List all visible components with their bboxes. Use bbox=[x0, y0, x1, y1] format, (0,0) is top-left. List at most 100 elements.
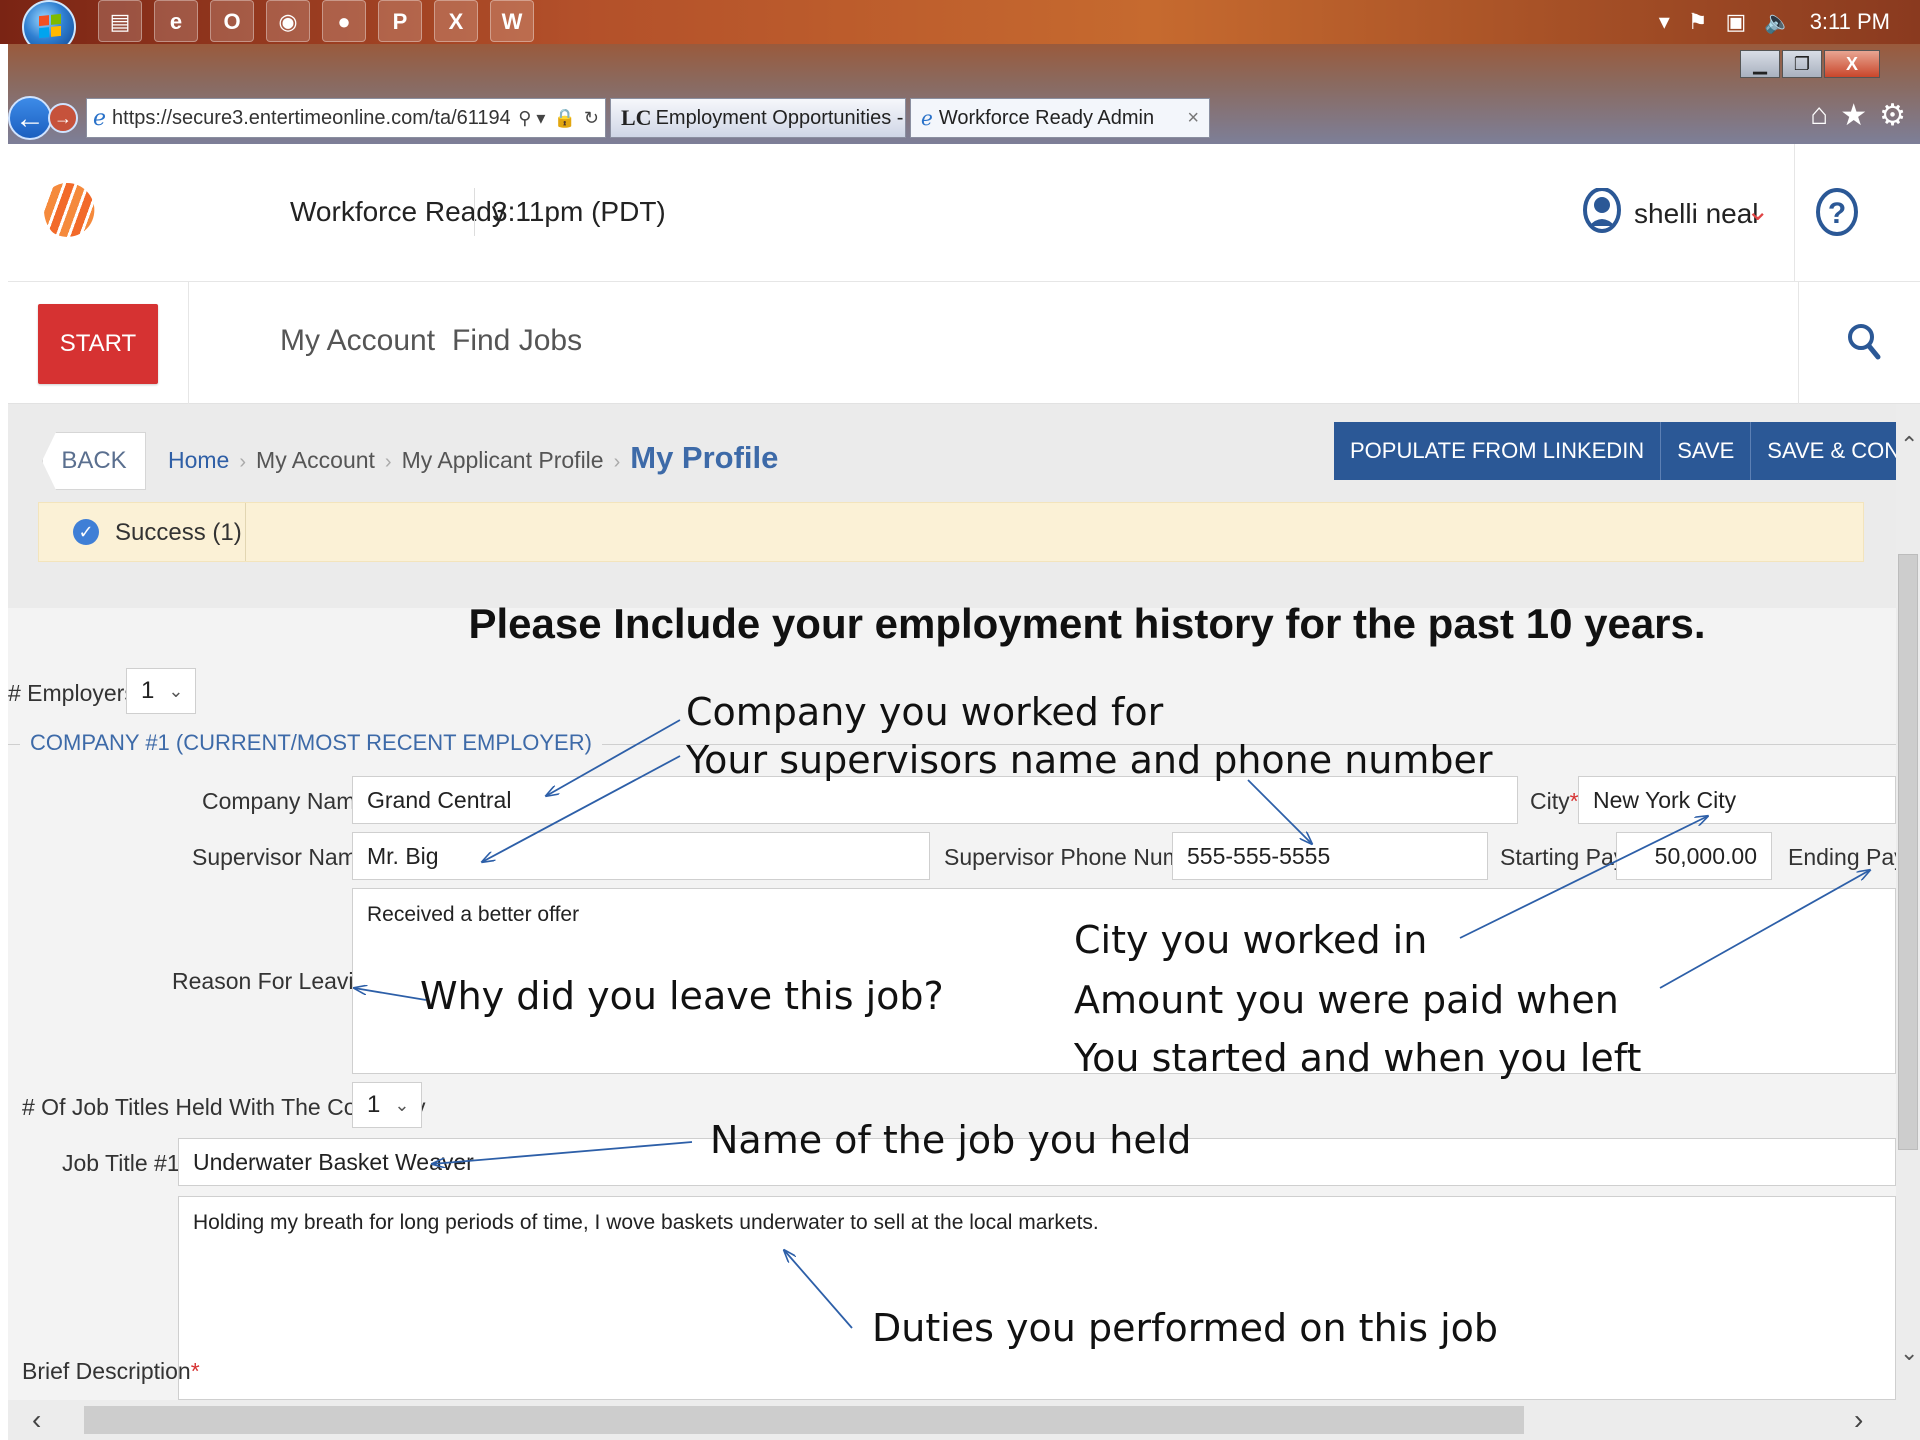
employers-select[interactable]: 1 ⌄ bbox=[126, 668, 196, 714]
refresh-icon[interactable]: ↻ bbox=[584, 108, 599, 129]
starting-pay-input[interactable]: 50,000.00 bbox=[1616, 832, 1772, 880]
svg-text:?: ? bbox=[1828, 197, 1846, 230]
lock-icon[interactable]: 🔒 bbox=[553, 108, 575, 129]
firefox-icon[interactable]: ● bbox=[322, 0, 366, 42]
starting-pay-label: Starting Pay* bbox=[1500, 844, 1634, 870]
header-separator bbox=[1794, 144, 1795, 282]
supervisor-phone-input[interactable]: 555-555-5555 bbox=[1172, 832, 1488, 880]
city-label: City* bbox=[1530, 788, 1579, 814]
success-message[interactable]: Success (1) bbox=[115, 519, 242, 547]
breadcrumb: Home › My Account › My Applicant Profile… bbox=[168, 440, 778, 476]
browser-nav-row: ← → ℯ https://secure3.entertimeonline.co… bbox=[8, 92, 1920, 144]
breadcrumb-separator-icon: › bbox=[239, 451, 247, 473]
nav-separator bbox=[188, 282, 189, 404]
main-content: BACK Home › My Account › My Applicant Pr… bbox=[8, 404, 1896, 1400]
scroll-down-icon[interactable]: ⌄ bbox=[1900, 1340, 1918, 1366]
horizontal-scroll-thumb[interactable] bbox=[84, 1406, 1524, 1434]
job-titles-count-value: 1 bbox=[367, 1091, 381, 1118]
scroll-up-icon[interactable]: ⌃ bbox=[1900, 432, 1918, 458]
header-divider bbox=[474, 188, 475, 236]
close-window-button[interactable]: X bbox=[1824, 50, 1880, 78]
system-clock[interactable]: 3:11 PM bbox=[1810, 9, 1890, 35]
back-button[interactable]: BACK bbox=[42, 432, 146, 490]
company-logo-icon[interactable] bbox=[44, 183, 95, 237]
chrome-icon[interactable]: ◉ bbox=[266, 0, 310, 42]
nav-separator bbox=[1798, 282, 1799, 404]
section-title: COMPANY #1 (CURRENT/MOST RECENT EMPLOYER… bbox=[20, 730, 602, 756]
employers-label: # Employers bbox=[8, 680, 136, 706]
lc-favicon-icon: LC bbox=[621, 105, 652, 130]
breadcrumb-separator-icon: › bbox=[384, 451, 392, 473]
save-button[interactable]: SAVE bbox=[1661, 422, 1752, 480]
vertical-scroll-thumb[interactable] bbox=[1898, 554, 1918, 1150]
annotation-pay-line2: You started and when you left bbox=[1074, 1036, 1642, 1080]
tab-workforce-ready-admin[interactable]: ℯ Workforce Ready Admin × bbox=[910, 98, 1210, 138]
windows-logo-icon bbox=[39, 13, 61, 39]
breadcrumb-home[interactable]: Home bbox=[168, 447, 229, 474]
window-controls: ▁ ❐ X bbox=[1740, 50, 1880, 78]
employers-value: 1 bbox=[141, 677, 155, 704]
word-icon[interactable]: W bbox=[490, 0, 534, 42]
populate-from-linkedin-button[interactable]: POPULATE FROM LINKEDIN bbox=[1334, 422, 1662, 480]
company-name-input[interactable]: Grand Central bbox=[352, 776, 1518, 824]
nav-item-my-account[interactable]: My Account bbox=[280, 324, 435, 358]
chevron-down-icon[interactable]: ⌄ bbox=[1746, 194, 1769, 227]
tab-label: Workforce Ready Admin bbox=[938, 106, 1155, 129]
internet-explorer-icon[interactable]: e bbox=[154, 0, 198, 42]
start-button[interactable]: START bbox=[38, 304, 158, 384]
breadcrumb-my-applicant-profile[interactable]: My Applicant Profile bbox=[402, 447, 604, 474]
browser-back-button[interactable]: ← bbox=[8, 96, 52, 140]
scroll-right-icon[interactable]: › bbox=[1854, 1404, 1863, 1436]
restore-button[interactable]: ❐ bbox=[1782, 50, 1822, 78]
job-titles-count-select[interactable]: 1 ⌄ bbox=[352, 1082, 422, 1128]
chevron-down-icon: ⌄ bbox=[168, 680, 184, 701]
settings-gear-icon[interactable]: ⚙ bbox=[1879, 98, 1906, 133]
ending-pay-label: Ending Pay* bbox=[1788, 844, 1896, 870]
action-center-flag-icon[interactable]: ⚑ bbox=[1688, 9, 1708, 35]
favorites-star-icon[interactable]: ★ bbox=[1840, 98, 1867, 133]
main-nav-bar: START My Account Find Jobs bbox=[8, 282, 1920, 404]
brief-description-textarea[interactable]: Holding my breath for long periods of ti… bbox=[178, 1196, 1896, 1400]
address-url[interactable]: https://secure3.entertimeonline.com/ta/6… bbox=[112, 107, 510, 130]
user-name[interactable]: shelli neal bbox=[1634, 198, 1759, 230]
close-tab-icon[interactable]: × bbox=[1187, 107, 1199, 130]
app-header: Workforce Ready 3:11pm (PDT) shelli neal… bbox=[8, 144, 1920, 282]
search-dropdown-icon[interactable]: ⚲ ▾ bbox=[518, 108, 545, 129]
powerpoint-icon[interactable]: P bbox=[378, 0, 422, 42]
system-tray: ▾ ⚑ ▣ 🔈 3:11 PM bbox=[1659, 6, 1890, 38]
tray-overflow-icon[interactable]: ▾ bbox=[1659, 9, 1670, 35]
volume-icon[interactable]: 🔈 bbox=[1764, 9, 1791, 35]
brief-description-label: Brief Description* bbox=[22, 1358, 200, 1384]
network-icon[interactable]: ▣ bbox=[1725, 9, 1746, 35]
supervisor-name-label: Supervisor Name* bbox=[192, 844, 379, 870]
nav-item-find-jobs[interactable]: Find Jobs bbox=[452, 324, 582, 358]
action-buttons: POPULATE FROM LINKEDIN SAVE SAVE & CONTI… bbox=[1334, 422, 1896, 480]
save-and-continue-button[interactable]: SAVE & CONTINUE bbox=[1751, 422, 1896, 480]
internet-explorer-icon: ℯ bbox=[921, 107, 933, 130]
scroll-left-icon[interactable]: ‹ bbox=[32, 1404, 41, 1436]
home-icon[interactable]: ⌂ bbox=[1810, 98, 1828, 133]
success-banner: ✓ Success (1) bbox=[38, 502, 1864, 562]
address-bar[interactable]: ℯ https://secure3.entertimeonline.com/ta… bbox=[86, 98, 606, 138]
minimize-button[interactable]: ▁ bbox=[1740, 50, 1780, 78]
excel-icon[interactable]: X bbox=[434, 0, 478, 42]
outlook-icon[interactable]: O bbox=[210, 0, 254, 42]
tab-employment-opportunities[interactable]: LC Employment Opportunities - Ci... bbox=[610, 98, 945, 138]
search-icon[interactable] bbox=[1844, 320, 1884, 364]
help-icon[interactable]: ? bbox=[1816, 188, 1858, 236]
job-title-label: Job Title #1* bbox=[62, 1150, 189, 1176]
annotation-pay-line1: Amount you were paid when bbox=[1074, 978, 1619, 1022]
vertical-scrollbar[interactable]: ⌃ ⌄ bbox=[1896, 404, 1920, 1400]
user-avatar-icon[interactable] bbox=[1582, 188, 1622, 236]
annotation-company: Company you worked for bbox=[686, 690, 1164, 734]
form-heading: Please Include your employment history f… bbox=[468, 600, 1706, 647]
city-input[interactable]: New York City bbox=[1578, 776, 1896, 824]
breadcrumb-my-account[interactable]: My Account bbox=[256, 447, 375, 474]
success-separator bbox=[245, 503, 246, 561]
browser-forward-button[interactable]: → bbox=[48, 103, 78, 133]
annotation-duties: Duties you performed on this job bbox=[872, 1306, 1499, 1350]
horizontal-scrollbar[interactable]: ‹ › bbox=[8, 1400, 1920, 1440]
supervisor-name-input[interactable]: Mr. Big bbox=[352, 832, 930, 880]
file-explorer-icon[interactable]: ▤ bbox=[98, 0, 142, 42]
annotation-reason: Why did you leave this job? bbox=[420, 974, 944, 1018]
